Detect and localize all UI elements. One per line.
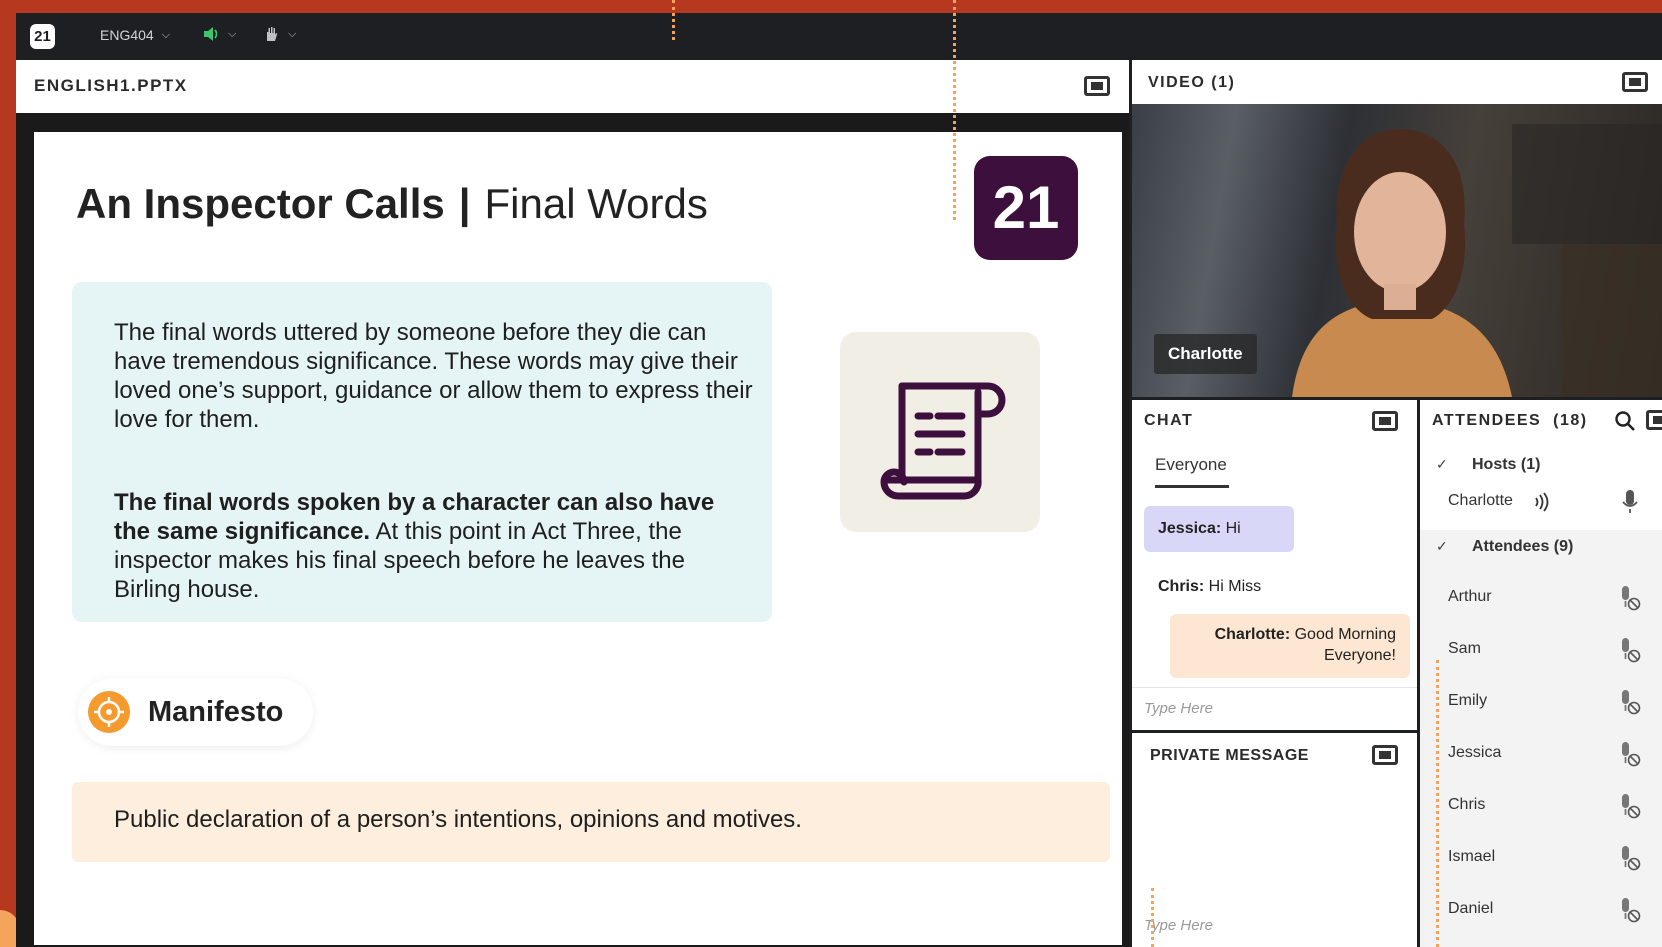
- tab-underline: [1155, 485, 1229, 488]
- attendee-row[interactable]: Emily: [1420, 678, 1662, 726]
- slide-paragraph-2: The final words spoken by a character ca…: [114, 488, 754, 604]
- mic-muted-icon[interactable]: [1618, 896, 1642, 924]
- slide: An Inspector Calls | Final Words 21 The fi…: [34, 132, 1122, 945]
- video-title: VIDEO (1): [1148, 74, 1236, 91]
- chat-panel: CHAT Everyone Jessica: Hi Chris: Hi Miss…: [1132, 400, 1417, 730]
- decorative-dotted-line: [1151, 888, 1154, 947]
- chevron-down-icon[interactable]: ✓: [1436, 456, 1448, 473]
- fullscreen-icon[interactable]: [1372, 411, 1398, 431]
- slide-title-main: An Inspector Calls: [76, 180, 445, 227]
- scroll-icon: [880, 382, 1006, 500]
- keyword-pill: Manifesto: [78, 678, 313, 746]
- fullscreen-icon[interactable]: [1646, 410, 1662, 430]
- message-sender: Charlotte:: [1214, 626, 1291, 643]
- slide-title: An Inspector Calls | Final Words: [76, 180, 708, 228]
- slide-title-separator: |: [458, 180, 471, 227]
- participant-name-tag: Charlotte: [1154, 334, 1257, 374]
- attendee-row[interactable]: Chris: [1420, 782, 1662, 830]
- microphone-icon[interactable]: [1618, 488, 1642, 516]
- scroll-illustration-card: [840, 332, 1040, 532]
- target-icon: [88, 691, 130, 733]
- private-message-input[interactable]: Type Here: [1144, 917, 1213, 934]
- tab-everyone[interactable]: Everyone: [1155, 455, 1227, 475]
- mic-muted-icon[interactable]: [1618, 740, 1642, 768]
- message-text: Good Morning Everyone!: [1290, 626, 1396, 664]
- mic-muted-icon[interactable]: [1618, 844, 1642, 872]
- presentation-header: ENGLISH1.PPTX: [16, 60, 1129, 113]
- attendees-count: (18): [1553, 412, 1588, 429]
- chat-message: Jessica: Hi: [1144, 506, 1294, 552]
- chat-input[interactable]: Type Here: [1144, 700, 1213, 717]
- slide-paragraph-1: The final words uttered by someone befor…: [114, 319, 753, 433]
- attendee-row[interactable]: Daniel: [1420, 886, 1662, 934]
- app-window: 21 ENG404 ⌵ ⌵ ⌵ ENGLISH1.PPTX An Inspect…: [16, 13, 1662, 947]
- mic-muted-icon[interactable]: [1618, 584, 1642, 612]
- app-logo: 21: [30, 24, 55, 49]
- attendee-name: Arthur: [1448, 588, 1492, 605]
- search-icon[interactable]: [1614, 410, 1636, 432]
- top-toolbar: 21 ENG404 ⌵ ⌵ ⌵: [16, 13, 1662, 57]
- definition-text: Public declaration of a person’s intenti…: [114, 806, 802, 833]
- private-message-title: PRIVATE MESSAGE: [1150, 747, 1309, 764]
- video-feed: Charlotte: [1132, 104, 1662, 397]
- mic-muted-icon[interactable]: [1618, 636, 1642, 664]
- fullscreen-icon[interactable]: [1372, 745, 1398, 765]
- slide-title-sub: Final Words: [484, 180, 708, 227]
- speaker-icon: [204, 27, 218, 41]
- course-selector[interactable]: ENG404 ⌵: [100, 27, 170, 43]
- host-row[interactable]: Charlotte: [1420, 478, 1662, 526]
- attendee-name: Jessica: [1448, 744, 1502, 761]
- presentation-panel: ENGLISH1.PPTX An Inspector Calls | Final W…: [16, 60, 1129, 947]
- definition-box: Public declaration of a person’s intenti…: [72, 782, 1110, 862]
- chat-message: Chris: Hi Miss: [1144, 566, 1344, 606]
- attendee-name: Daniel: [1448, 900, 1494, 917]
- attendee-name: Emily: [1448, 692, 1488, 709]
- message-sender: Jessica:: [1158, 520, 1222, 537]
- keyword-label: Manifesto: [148, 696, 284, 728]
- speaking-icon: [1535, 492, 1549, 512]
- fullscreen-icon[interactable]: [1084, 76, 1110, 96]
- slide-text-box: The final words uttered by someone befor…: [72, 282, 772, 622]
- mic-muted-icon[interactable]: [1618, 792, 1642, 820]
- chevron-down-icon: ⌵: [288, 27, 297, 40]
- chat-title: CHAT: [1144, 412, 1194, 429]
- audio-control[interactable]: ⌵: [202, 25, 236, 43]
- attendee-row[interactable]: Ismael: [1420, 834, 1662, 882]
- message-sender: Chris:: [1158, 578, 1205, 595]
- decorative-dotted-line: [672, 0, 675, 40]
- private-message-panel: PRIVATE MESSAGE Type Here: [1132, 733, 1417, 947]
- divider: [1132, 687, 1417, 688]
- presentation-file-name: ENGLISH1.PPTX: [34, 76, 188, 95]
- attendee-name: Chris: [1448, 796, 1486, 813]
- attendees-panel: ATTENDEES (18) ✓ Hosts (1) Charlotte ✓ A…: [1420, 400, 1662, 947]
- attendees-group-label[interactable]: Attendees (9): [1472, 538, 1573, 556]
- brand-logo-tile: 21: [974, 156, 1078, 260]
- chevron-down-icon: ⌵: [161, 28, 171, 41]
- decorative-dotted-line: [1436, 660, 1439, 947]
- host-name: Charlotte: [1448, 492, 1513, 509]
- raise-hand-control[interactable]: ⌵: [262, 25, 296, 43]
- decorative-dotted-line: [953, 0, 956, 220]
- course-label: ENG404: [100, 27, 154, 43]
- mic-muted-icon[interactable]: [1618, 688, 1642, 716]
- chevron-down-icon: ⌵: [228, 27, 237, 40]
- message-text: Hi Miss: [1204, 578, 1262, 595]
- attendee-row[interactable]: Jessica: [1420, 730, 1662, 778]
- fullscreen-icon[interactable]: [1622, 72, 1648, 92]
- attendee-name: Ismael: [1448, 848, 1496, 865]
- attendee-row[interactable]: Sam: [1420, 626, 1662, 674]
- chevron-down-icon[interactable]: ✓: [1436, 538, 1448, 555]
- attendees-title-label: ATTENDEES: [1432, 412, 1542, 429]
- attendee-name: Sam: [1448, 640, 1481, 657]
- message-text: Hi: [1221, 520, 1241, 537]
- hosts-group-label[interactable]: Hosts (1): [1472, 456, 1540, 474]
- attendee-row[interactable]: Arthur: [1420, 574, 1662, 622]
- video-panel: VIDEO (1) Charlotte: [1132, 60, 1662, 397]
- raise-hand-icon: [267, 27, 278, 41]
- attendees-title: ATTENDEES (18): [1432, 412, 1588, 430]
- chat-message: Charlotte: Good Morning Everyone!: [1170, 614, 1410, 678]
